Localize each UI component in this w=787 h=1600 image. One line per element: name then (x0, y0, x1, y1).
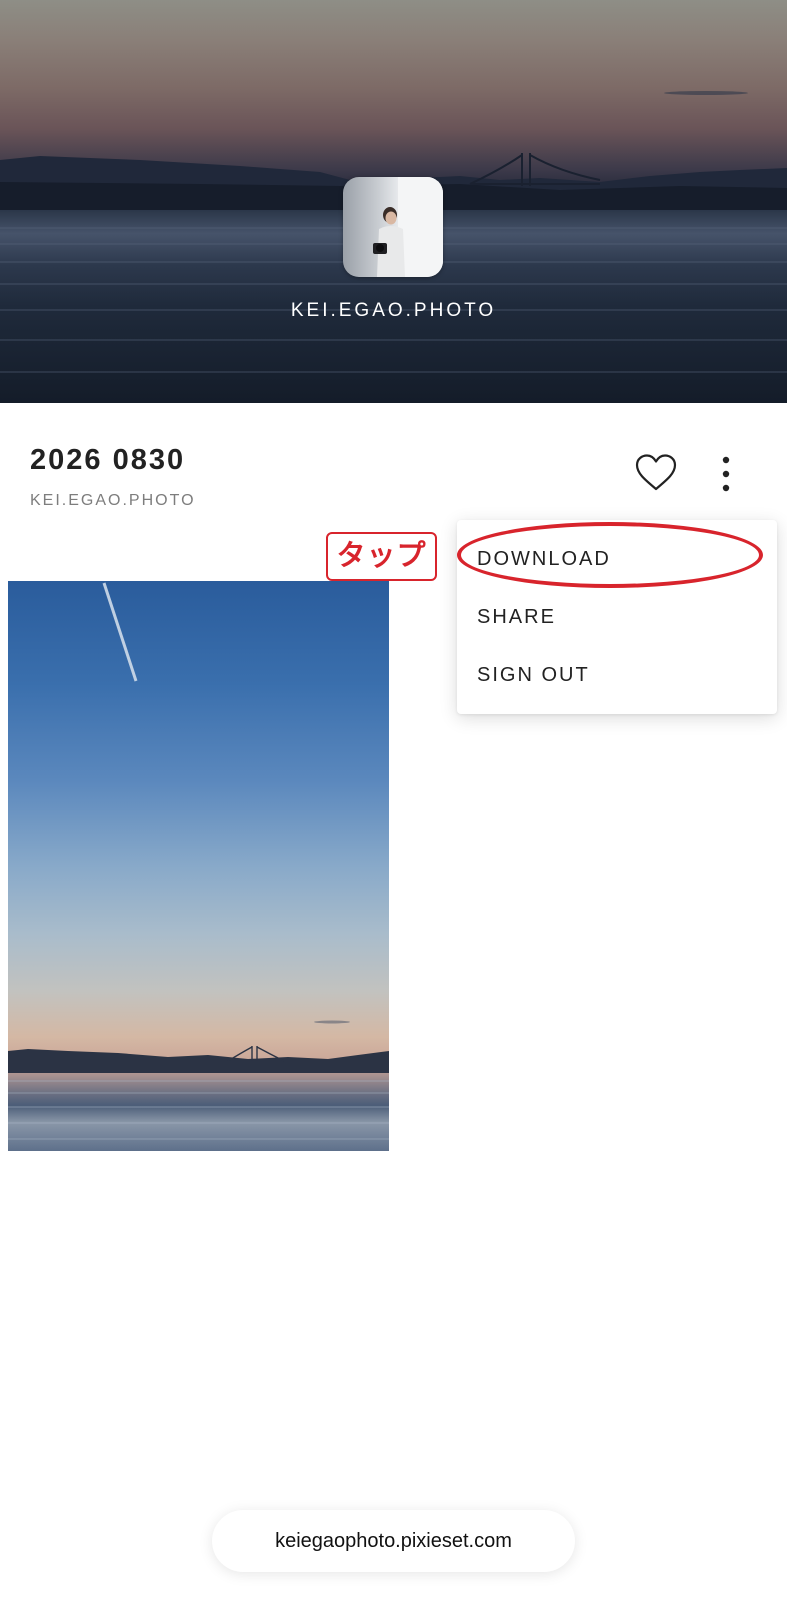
menu-item-share[interactable]: SHARE (477, 606, 556, 629)
gallery-photo[interactable] (8, 581, 389, 1151)
avatar (343, 177, 443, 277)
more-vertical-icon (722, 456, 730, 492)
photo-landscape (8, 582, 389, 1140)
menu-item-download[interactable]: DOWNLOAD (477, 548, 611, 571)
gallery-title: 2026 0830 (30, 444, 186, 476)
cover-title: KEI.EGAO.PHOTO (290, 300, 497, 321)
cover-image: KEI.EGAO.PHOTO (0, 0, 787, 403)
gallery-subtitle: KEI.EGAO.PHOTO (30, 492, 196, 509)
more-options-button[interactable] (720, 455, 732, 493)
photographer-portrait (373, 177, 443, 277)
favorite-button[interactable] (635, 454, 677, 492)
menu-item-sign-out[interactable]: SIGN OUT (477, 664, 590, 687)
tap-annotation-label: タップ (326, 532, 437, 581)
heart-icon (635, 454, 677, 491)
url-bar[interactable]: keiegaophoto.pixieset.com (212, 1510, 575, 1572)
